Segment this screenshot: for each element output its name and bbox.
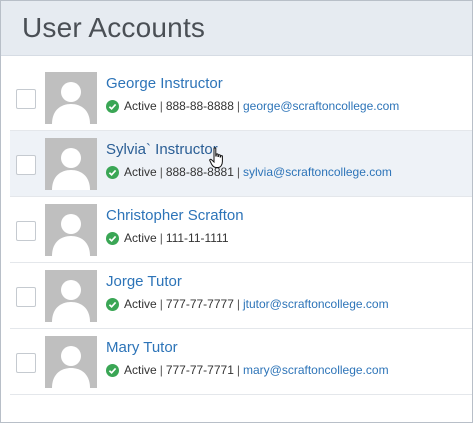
- user-row[interactable]: Sylvia` Instructor Active | 888-88-8881 …: [10, 131, 472, 197]
- phone-text: 888-88-8881: [165, 165, 234, 179]
- user-name-link[interactable]: George Instructor: [106, 75, 223, 92]
- separator: |: [159, 99, 163, 113]
- separator: |: [236, 363, 240, 377]
- user-meta: Active | 777-77-7777 | jtutor@scraftonco…: [106, 297, 389, 311]
- select-checkbox[interactable]: [16, 353, 36, 373]
- status-text: Active: [124, 363, 157, 377]
- select-checkbox[interactable]: [16, 89, 36, 109]
- status-text: Active: [124, 165, 157, 179]
- phone-text: 111-11-1111: [165, 231, 229, 245]
- user-row[interactable]: Jorge Tutor Active | 777-77-7777 | jtuto…: [10, 263, 472, 329]
- user-name-link[interactable]: Christopher Scrafton: [106, 207, 244, 224]
- user-avatar-icon: [45, 270, 97, 322]
- separator: |: [236, 165, 240, 179]
- user-name-link[interactable]: Mary Tutor: [106, 339, 178, 356]
- check-circle-icon: [106, 165, 119, 179]
- separator: |: [159, 363, 163, 377]
- user-avatar-icon: [45, 72, 97, 124]
- email-link[interactable]: mary@scraftoncollege.com: [243, 363, 389, 377]
- select-checkbox[interactable]: [16, 287, 36, 307]
- email-link[interactable]: george@scraftoncollege.com: [243, 99, 399, 113]
- user-accounts-panel: User Accounts George Instructor Active |…: [0, 0, 473, 423]
- user-meta: Active | 888-88-8881 | sylvia@scraftonco…: [106, 165, 392, 179]
- select-checkbox[interactable]: [16, 155, 36, 175]
- email-link[interactable]: jtutor@scraftoncollege.com: [243, 297, 389, 311]
- phone-text: 777-77-7771: [165, 363, 234, 377]
- user-meta: Active | 111-11-1111: [106, 231, 229, 245]
- panel-header: User Accounts: [1, 1, 472, 56]
- user-avatar-icon: [45, 204, 97, 256]
- user-meta: Active | 777-77-7771 | mary@scraftoncoll…: [106, 363, 389, 377]
- check-circle-icon: [106, 297, 119, 311]
- separator: |: [236, 297, 240, 311]
- email-link[interactable]: sylvia@scraftoncollege.com: [243, 165, 392, 179]
- user-avatar-icon: [45, 336, 97, 388]
- user-meta: Active | 888-88-8888 | george@scraftonco…: [106, 99, 399, 113]
- user-row[interactable]: Mary Tutor Active | 777-77-7771 | mary@s…: [10, 329, 472, 395]
- user-list: George Instructor Active | 888-88-8888 |…: [10, 65, 472, 395]
- user-row[interactable]: Christopher Scrafton Active | 111-11-111…: [10, 197, 472, 263]
- status-text: Active: [124, 231, 157, 245]
- status-text: Active: [124, 99, 157, 113]
- check-circle-icon: [106, 363, 119, 377]
- page-title: User Accounts: [22, 12, 206, 43]
- phone-text: 777-77-7777: [165, 297, 234, 311]
- user-name-link[interactable]: Jorge Tutor: [106, 273, 182, 290]
- separator: |: [159, 297, 163, 311]
- user-name-link[interactable]: Sylvia` Instructor: [106, 141, 218, 158]
- phone-text: 888-88-8888: [165, 99, 234, 113]
- separator: |: [159, 165, 163, 179]
- separator: |: [236, 99, 240, 113]
- user-avatar-icon: [45, 138, 97, 190]
- select-checkbox[interactable]: [16, 221, 36, 241]
- check-circle-icon: [106, 231, 119, 245]
- user-row[interactable]: George Instructor Active | 888-88-8888 |…: [10, 65, 472, 131]
- separator: |: [159, 231, 163, 245]
- check-circle-icon: [106, 99, 119, 113]
- status-text: Active: [124, 297, 157, 311]
